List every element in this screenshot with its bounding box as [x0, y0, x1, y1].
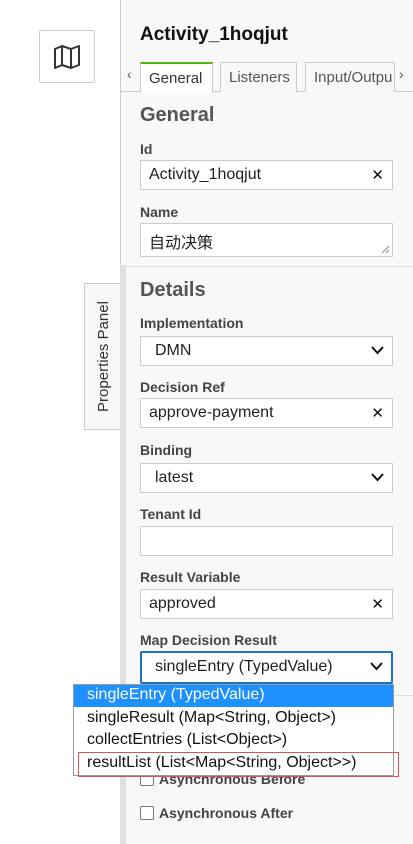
details-group-title: Details [140, 279, 206, 301]
option-single-result[interactable]: singleResult (Map<String, Object>) [74, 708, 393, 730]
name-label: Name [140, 204, 179, 220]
clear-decision-ref-icon[interactable]: ✕ [371, 404, 384, 422]
tab-scroll-left-button[interactable]: ‹ [127, 66, 132, 82]
map-decision-result-label: Map Decision Result [140, 632, 277, 648]
tab-general[interactable]: General [140, 62, 213, 93]
binding-label: Binding [140, 442, 193, 458]
decision-ref-label: Decision Ref [140, 379, 225, 395]
async-after-label: Asynchronous After [159, 805, 294, 821]
tab-general-label: General [149, 70, 203, 87]
result-variable-input[interactable]: approved ✕ [140, 589, 393, 619]
map-toggle-button[interactable] [39, 30, 95, 83]
tab-scroll-right-button[interactable]: › [399, 66, 404, 82]
tenant-id-label: Tenant Id [140, 506, 202, 522]
tab-input-output[interactable]: Input/Outpu [305, 62, 395, 92]
result-variable-label: Result Variable [140, 569, 241, 585]
name-value: 自动决策 [149, 235, 214, 252]
binding-value: latest [155, 469, 194, 486]
decision-ref-value: approve-payment [149, 404, 274, 421]
implementation-label: Implementation [140, 315, 244, 331]
id-input[interactable]: Activity_1hoqjut ✕ [140, 160, 393, 190]
id-value: Activity_1hoqjut [149, 166, 262, 183]
implementation-value: DMN [155, 342, 192, 359]
highlight-box [78, 752, 399, 777]
resize-grip-icon [381, 245, 390, 254]
result-variable-value: approved [149, 595, 216, 612]
binding-select[interactable]: latest [140, 463, 393, 493]
clear-id-icon[interactable]: ✕ [371, 166, 384, 184]
async-after-checkbox[interactable] [140, 806, 154, 820]
chevron-down-icon [371, 346, 384, 355]
map-decision-result-value: singleEntry (TypedValue) [155, 658, 333, 675]
tab-input-output-label: Input/Outpu [314, 69, 393, 86]
group-separator [126, 266, 413, 267]
chevron-down-icon [370, 662, 383, 671]
option-single-entry[interactable]: singleEntry (TypedValue) [74, 685, 393, 707]
tab-listeners[interactable]: Listeners [220, 62, 297, 92]
clear-result-variable-icon[interactable]: ✕ [371, 595, 384, 613]
properties-panel-toggle-label: Properties Panel [95, 301, 112, 412]
general-group-title: General [140, 104, 215, 126]
map-decision-result-select[interactable]: singleEntry (TypedValue) [140, 651, 393, 684]
tenant-id-input[interactable] [140, 526, 393, 556]
properties-panel-toggle[interactable]: Properties Panel [84, 283, 122, 430]
decision-ref-input[interactable]: approve-payment ✕ [140, 398, 393, 428]
panel-title: Activity_1hoqjut [140, 24, 288, 45]
chevron-down-icon [371, 473, 384, 482]
map-icon [54, 44, 80, 69]
name-textarea[interactable]: 自动决策 [140, 223, 393, 257]
implementation-select[interactable]: DMN [140, 336, 393, 366]
async-after-row[interactable]: Asynchronous After [140, 805, 293, 821]
option-collect-entries[interactable]: collectEntries (List<Object>) [74, 730, 393, 752]
tab-listeners-label: Listeners [229, 69, 290, 86]
id-label: Id [140, 141, 153, 157]
